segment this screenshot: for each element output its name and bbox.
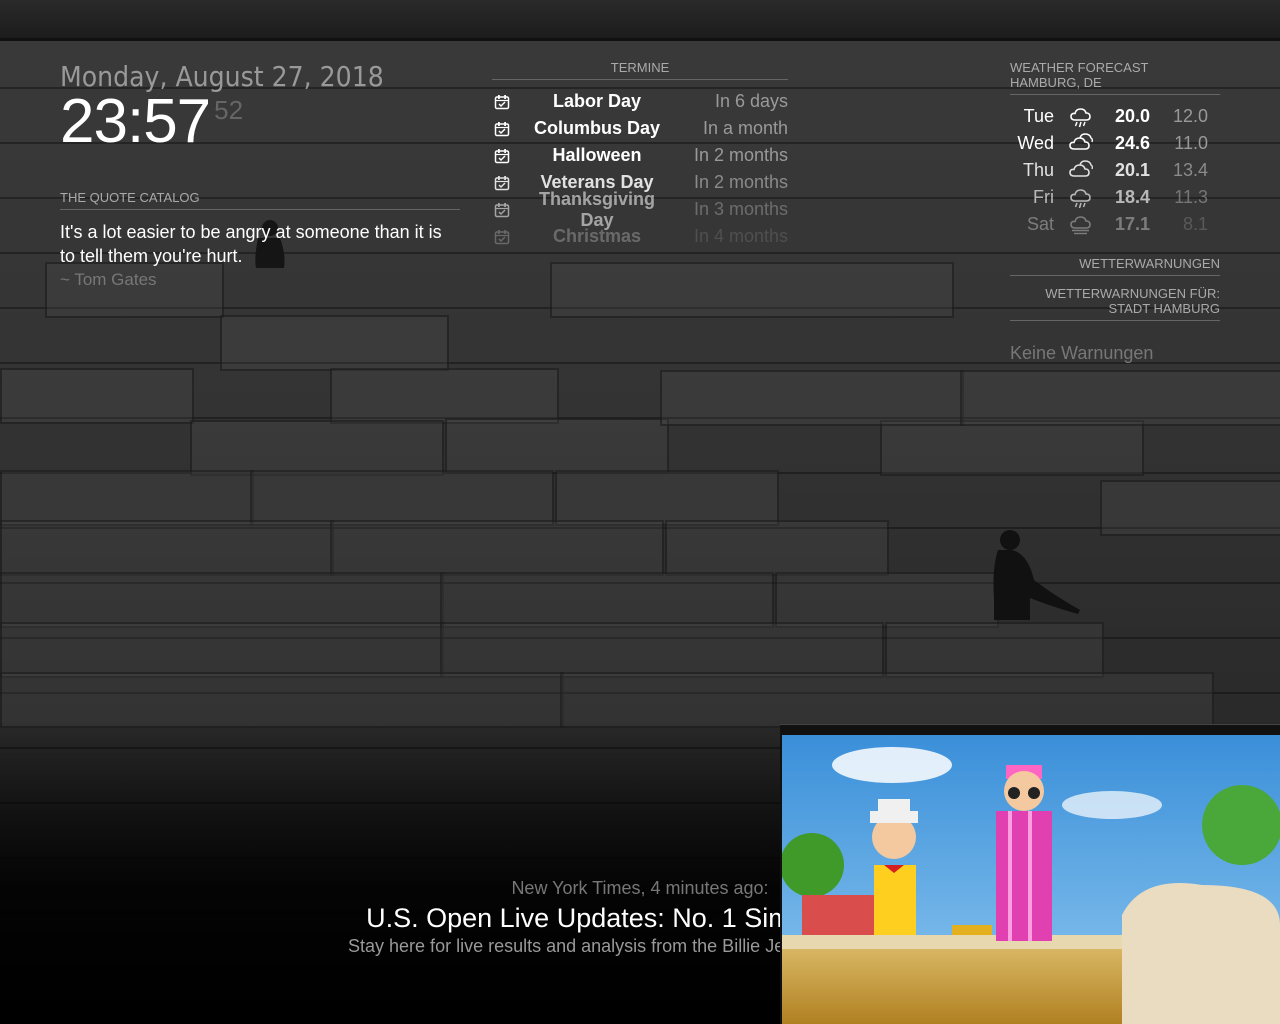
weather-day-row: Fri 18.4 11.3 <box>1010 184 1220 211</box>
fog-icon <box>1070 215 1091 234</box>
weather-min-temp: 13.4 <box>1172 160 1208 180</box>
rain-icon <box>1070 107 1091 127</box>
calendar-event-title: Christmas <box>552 226 642 246</box>
weather-day-row: Sat 17.1 8.1 <box>1010 211 1220 238</box>
weather-forecast-module: WEATHER FORECAST HAMBURG, DE Tue 20.0 12.0… <box>1010 60 1220 238</box>
weather-day: Wed <box>1017 133 1054 153</box>
calendar-event-row: Thanksgiving Day In 3 months <box>492 189 788 230</box>
video-frame[interactable] <box>782 735 1280 1024</box>
cloudy-icon <box>1069 132 1094 150</box>
warnings-subheader: WETTERWARNUNGEN FÜR: STADT HAMBURG <box>1010 286 1220 321</box>
weather-min-temp: 8.1 <box>1182 214 1208 234</box>
calendar-check-icon <box>494 121 510 136</box>
quote-header: THE QUOTE CATALOG <box>60 190 460 210</box>
cloudy-icon <box>1069 159 1094 177</box>
calendar-header: TERMINE <box>492 60 788 80</box>
calendar-event-title: Labor Day <box>552 91 642 111</box>
video-player[interactable] <box>780 724 1280 1024</box>
calendar-event-row: Labor Day In 6 days <box>492 88 788 115</box>
weather-max-temp: 17.1 <box>1114 214 1150 234</box>
quote-author: ~ Tom Gates <box>60 270 157 289</box>
weather-day: Thu <box>1022 160 1054 180</box>
magic-mirror-screen: Monday, August 27, 2018 23:57 52 THE QUO… <box>0 0 1280 1024</box>
seated-person-silhouette <box>993 530 1080 620</box>
weather-day: Sat <box>1026 214 1054 234</box>
no-warnings-text: Keine Warnungen <box>1010 343 1154 363</box>
warnings-header: WETTERWARNUNGEN <box>1010 256 1220 276</box>
quote-module: THE QUOTE CATALOG It's a lot easier to b… <box>60 190 460 290</box>
calendar-event-time: In 2 months <box>693 145 788 165</box>
calendar-check-icon <box>494 229 510 244</box>
clock-module: Monday, August 27, 2018 23:57 52 <box>60 60 384 153</box>
calendar-event-time: In 3 months <box>693 199 788 219</box>
weather-min-temp: 11.0 <box>1174 133 1208 153</box>
calendar-event-row: Columbus Day In a month <box>492 115 788 142</box>
weather-min-temp: 12.0 <box>1172 106 1208 126</box>
top-bar <box>0 0 1280 41</box>
weather-day: Tue <box>1023 106 1054 126</box>
clock-hours-minutes: 23:57 <box>60 87 211 156</box>
weather-max-temp: 18.4 <box>1114 187 1150 207</box>
weather-day-row: Tue 20.0 12.0 <box>1010 103 1220 130</box>
calendar-event-list: Labor Day In 6 days Columbus Day In a month… <box>492 88 788 250</box>
weather-max-temp: 24.6 <box>1114 133 1150 153</box>
calendar-event-row: Christmas In 4 months <box>492 223 788 250</box>
rain-icon <box>1070 188 1091 208</box>
calendar-module: TERMINE Labor Day In 6 days Columbus Day In… <box>492 60 788 250</box>
weather-max-temp: 20.1 <box>1114 160 1150 180</box>
warnings-subheader-line2: STADT HAMBURG <box>1108 301 1220 316</box>
calendar-event-title: Halloween <box>552 145 642 165</box>
calendar-check-icon <box>494 94 510 109</box>
quote-text: It's a lot easier to be angry at someone… <box>60 222 442 266</box>
calendar-check-icon <box>494 202 510 217</box>
weather-warnings-module: WETTERWARNUNGEN WETTERWARNUNGEN FÜR: STA… <box>1010 256 1220 364</box>
weather-day-row: Wed 24.6 11.0 <box>1010 130 1220 157</box>
calendar-event-row: Halloween In 2 months <box>492 142 788 169</box>
calendar-event-time: In 6 days <box>714 91 788 111</box>
weather-header: WEATHER FORECAST HAMBURG, DE <box>1010 60 1220 95</box>
clock-time: 23:57 52 <box>60 91 384 153</box>
weather-min-temp: 11.3 <box>1174 187 1208 207</box>
weather-forecast-table: Tue 20.0 12.0 Wed 24.6 11.0 Thu 20.1 13.4 Fri 18.4… <box>1010 103 1220 238</box>
weather-max-temp: 20.0 <box>1114 106 1150 126</box>
clock-seconds: 52 <box>214 95 244 125</box>
calendar-check-icon <box>494 175 510 190</box>
calendar-event-title: Columbus Day <box>533 118 661 138</box>
calendar-event-time: In a month <box>702 118 788 138</box>
calendar-check-icon <box>494 148 510 163</box>
weather-day-row: Thu 20.1 13.4 <box>1010 157 1220 184</box>
calendar-event-time: In 4 months <box>693 226 788 246</box>
calendar-event-time: In 2 months <box>693 172 788 192</box>
warnings-subheader-line1: WETTERWARNUNGEN FÜR: <box>1045 286 1220 301</box>
weather-day: Fri <box>1033 187 1054 207</box>
